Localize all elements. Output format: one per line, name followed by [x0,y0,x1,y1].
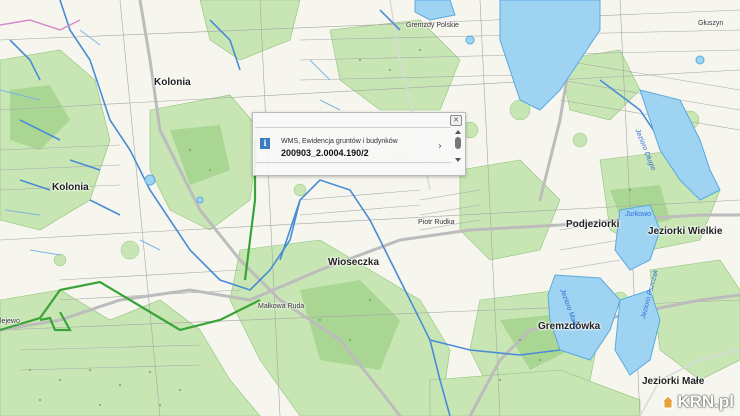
place-malkowa-ruda: Małkowa Ruda [258,303,305,310]
map-graphics [0,0,740,416]
place-podjeziorki: Podjeziorki [566,219,620,230]
info-icon: i [260,138,270,149]
parcel-id: 200903_2.0004.190/2 [281,148,369,158]
place-jeziorki-male: Jeziorki Małe [642,376,705,387]
scroll-thumb[interactable] [455,137,461,149]
place-wioseczka: Wioseczka [328,257,380,268]
scroll-up-icon[interactable] [455,130,461,134]
layer-title: WMS, Ewidencja gruntów i budynków [281,138,398,145]
place-kolonia-north: Kolonia [154,77,191,88]
place-gremzdowka: Gremzdówka [538,321,601,332]
place-glejewo: lejewo [0,318,20,325]
place-kolonia-west: Kolonia [52,182,89,193]
water-label-jurkowo: Jurkowo [625,211,652,218]
watermark: KRN.pl [661,392,734,412]
feature-info-row[interactable]: i WMS, Ewidencja gruntów i budynków 2009… [255,127,451,163]
scroll-down-icon[interactable] [455,158,461,162]
place-gluszyn: Głuszyn [698,20,724,27]
popup-scrollbar[interactable] [454,129,463,163]
place-piotr-rudka: Piotr Rudka [418,219,455,226]
feature-info-popup: ✕ i WMS, Ewidencja gruntów i budynków 20… [252,112,466,176]
home-icon [661,395,676,409]
place-gremzdy-polskie: Gremzdy Polskie [406,22,459,29]
watermark-text: KRN.pl [677,392,734,411]
place-jeziorki-wielkie: Jeziorki Wielkie [648,226,723,237]
map-canvas[interactable]: Kolonia Kolonia Gremzdy Polskie Głuszyn … [0,0,740,416]
close-icon[interactable]: ✕ [450,115,462,126]
chevron-right-icon[interactable]: › [438,141,442,152]
